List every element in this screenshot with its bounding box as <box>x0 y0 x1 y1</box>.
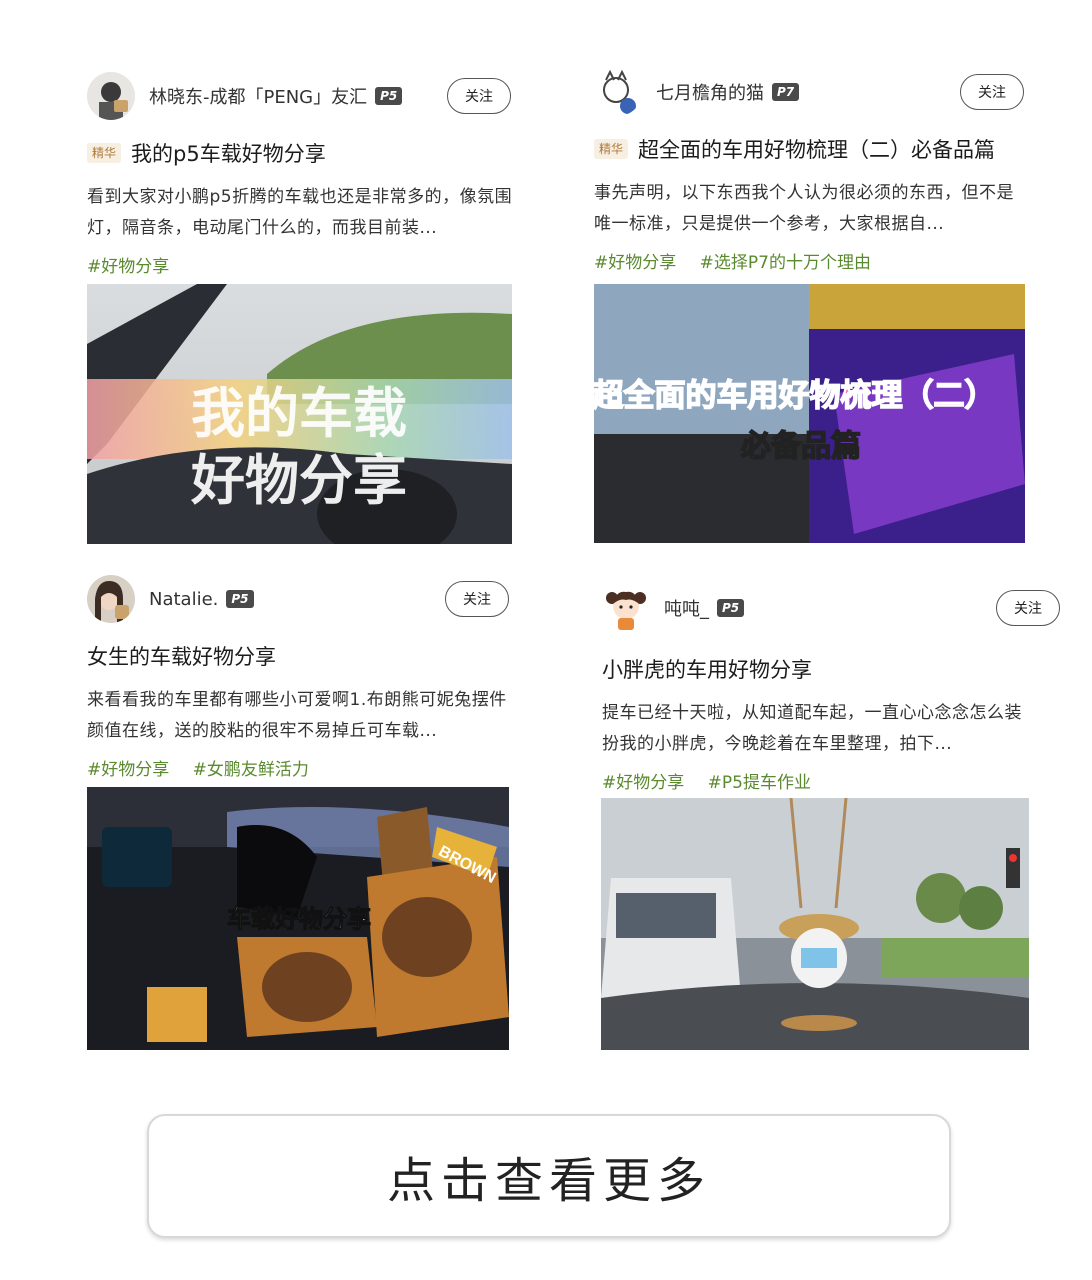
tag-list: #好物分享 #选择P7的十万个理由 <box>594 248 1024 276</box>
follow-button[interactable]: 关注 <box>445 581 509 617</box>
cover-title-line: 超全面的车用好物梳理（二） <box>594 378 996 413</box>
post-cover-image[interactable]: 我的车载 好物分享 <box>87 284 512 544</box>
level-badge: P5 <box>717 599 745 617</box>
post-excerpt[interactable]: 来看看我的车里都有哪些小可爱啊1.布朗熊可妮兔摆件颜值在线，送的胶粘的很牢不易掉… <box>87 685 517 747</box>
post-title[interactable]: 超全面的车用好物梳理（二）必备品篇 <box>638 134 995 164</box>
level-badge: P7 <box>772 83 800 101</box>
post-card[interactable]: 林晓东-成都「PENG」友汇 P5 关注 精华 我的p5车载好物分享 看到大家对… <box>87 70 517 280</box>
tag-list: #好物分享 <box>87 252 517 280</box>
username[interactable]: 吨吨_ <box>664 595 709 621</box>
post-card[interactable]: Natalie. P5 关注 女生的车载好物分享 来看看我的车里都有哪些小可爱啊… <box>87 573 517 783</box>
tag-list: #好物分享 #P5提车作业 <box>602 768 1032 796</box>
topic-tag[interactable]: #选择P7的十万个理由 <box>700 253 871 273</box>
topic-tag[interactable]: #好物分享 <box>87 760 169 780</box>
username[interactable]: 林晓东-成都「PENG」友汇 <box>149 83 367 109</box>
cover-title-line: 我的车载 <box>191 384 407 444</box>
post-excerpt[interactable]: 看到大家对小鹏p5折腾的车载也还是非常多的，像氛围灯，隔音条，电动尾门什么的，而… <box>87 182 517 244</box>
post-cover-image[interactable]: 超全面的车用好物梳理（二） 必备品篇 <box>594 284 1025 543</box>
essence-badge: 精华 <box>87 143 122 163</box>
load-more-button[interactable]: 点击查看更多 <box>147 1114 951 1238</box>
post-card[interactable]: 七月檐角的猫 P7 关注 精华 超全面的车用好物梳理（二）必备品篇 事先声明，以… <box>594 66 1024 276</box>
topic-tag[interactable]: #好物分享 <box>602 773 684 793</box>
topic-tag[interactable]: #好物分享 <box>87 257 169 277</box>
post-card[interactable]: 吨吨_ P5 关注 小胖虎的车用好物分享 提车已经十天啦，从知道配车起，一直心心… <box>602 582 1060 796</box>
post-header: Natalie. P5 关注 <box>87 573 517 625</box>
post-title[interactable]: 女生的车载好物分享 <box>87 641 276 671</box>
username[interactable]: 七月檐角的猫 <box>656 79 764 105</box>
post-title-row[interactable]: 女生的车载好物分享 <box>87 641 517 671</box>
avatar[interactable] <box>602 584 650 632</box>
avatar[interactable] <box>87 575 135 623</box>
follow-button[interactable]: 关注 <box>960 74 1024 110</box>
post-excerpt[interactable]: 提车已经十天啦，从知道配车起，一直心心念念怎么装扮我的小胖虎，今晚趁着在车里整理… <box>602 698 1030 760</box>
post-header: 林晓东-成都「PENG」友汇 P5 关注 <box>87 70 517 122</box>
post-title[interactable]: 小胖虎的车用好物分享 <box>602 654 812 684</box>
post-header: 吨吨_ P5 关注 <box>602 582 1060 634</box>
follow-button[interactable]: 关注 <box>447 78 511 114</box>
follow-button[interactable]: 关注 <box>996 590 1060 626</box>
level-badge: P5 <box>375 87 403 105</box>
topic-tag[interactable]: #女鹏友鲜活力 <box>193 760 309 780</box>
post-title-row[interactable]: 小胖虎的车用好物分享 <box>602 654 1032 684</box>
post-cover-image[interactable]: BROWN 车载好物分享 <box>87 787 509 1050</box>
avatar[interactable] <box>594 68 642 116</box>
topic-tag[interactable]: #P5提车作业 <box>708 773 811 793</box>
post-title[interactable]: 我的p5车载好物分享 <box>131 138 326 168</box>
level-badge: P5 <box>226 590 254 608</box>
cover-title-line: 好物分享 <box>190 451 407 511</box>
post-title-row[interactable]: 精华 超全面的车用好物梳理（二）必备品篇 <box>594 134 1024 164</box>
post-cover-image[interactable] <box>601 798 1029 1050</box>
topic-tag[interactable]: #好物分享 <box>594 253 676 273</box>
load-more-label: 点击查看更多 <box>386 1153 711 1209</box>
post-title-row[interactable]: 精华 我的p5车载好物分享 <box>87 138 517 168</box>
cover-title-line: 必备品篇 <box>741 429 861 463</box>
post-header: 七月檐角的猫 P7 关注 <box>594 66 1024 118</box>
cover-title-line: 车载好物分享 <box>227 905 371 933</box>
tag-list: #好物分享 #女鹏友鲜活力 <box>87 755 517 783</box>
post-excerpt[interactable]: 事先声明，以下东西我个人认为很必须的东西，但不是唯一标准，只是提供一个参考，大家… <box>594 178 1024 240</box>
username[interactable]: Natalie. <box>149 589 218 610</box>
essence-badge: 精华 <box>594 139 629 159</box>
avatar[interactable] <box>87 72 135 120</box>
